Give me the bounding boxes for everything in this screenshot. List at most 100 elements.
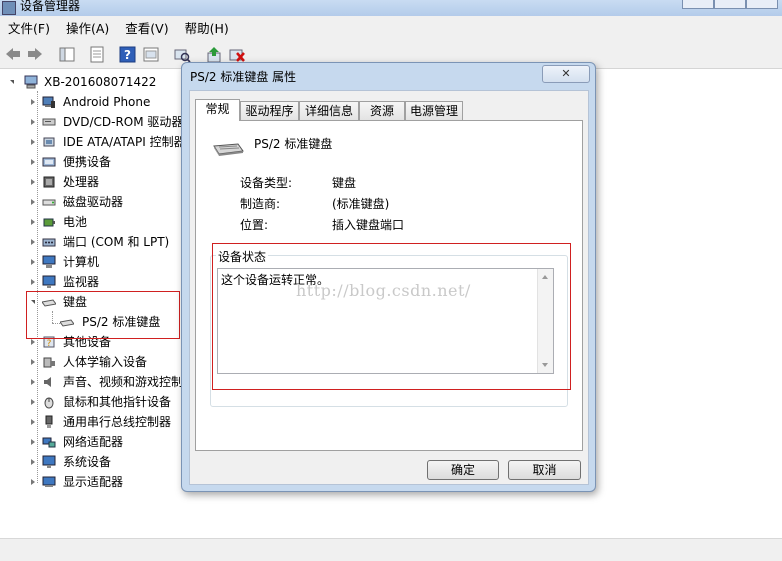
tree-item-label: 计算机 <box>63 255 100 269</box>
battery-icon <box>42 215 56 229</box>
expand-arrow-icon[interactable] <box>31 279 35 285</box>
maximize-button[interactable] <box>714 0 746 9</box>
menu-help[interactable]: 帮助(H) <box>177 16 237 42</box>
expand-arrow-icon[interactable] <box>31 219 35 225</box>
tree-item-label: 磁盘驱动器 <box>63 195 124 209</box>
tab-general[interactable]: 常规 <box>195 99 240 121</box>
expand-arrow-icon[interactable] <box>31 459 35 465</box>
tree-item[interactable]: 鼠标和其他指针设备 <box>31 392 181 412</box>
expand-arrow-icon[interactable] <box>31 379 35 385</box>
tab-driver[interactable]: 驱动程序 <box>240 101 299 120</box>
back-arrow-icon[interactable] <box>4 46 22 63</box>
svg-text:?: ? <box>124 48 131 62</box>
expand-arrow-icon[interactable] <box>31 159 35 165</box>
tree-item[interactable]: 网络适配器 <box>31 432 181 452</box>
tree-root-computer[interactable]: XB-201608071422 <box>10 72 180 92</box>
expand-arrow-icon[interactable] <box>31 399 35 405</box>
hid-icon <box>42 355 56 369</box>
tree-item[interactable]: 声音、视频和游戏控制器 <box>31 372 181 392</box>
menu-file[interactable]: 文件(F) <box>0 16 58 42</box>
help-icon[interactable]: ? <box>119 46 137 63</box>
expand-arrow-icon[interactable] <box>31 99 35 105</box>
expand-arrow-icon[interactable] <box>31 139 35 145</box>
menu-action[interactable]: 操作(A) <box>58 16 117 42</box>
expand-arrow-icon[interactable] <box>31 199 35 205</box>
tree-item-label: DVD/CD-ROM 驱动器 <box>63 115 181 129</box>
tree-item[interactable]: 显示适配器 <box>31 472 181 492</box>
forward-arrow-icon[interactable] <box>26 46 44 63</box>
device-manager-icon <box>2 1 16 15</box>
tree-item-label: IDE ATA/ATAPI 控制器 <box>63 135 181 149</box>
tree-item[interactable]: 便携设备 <box>31 152 181 172</box>
tree-item[interactable]: 监视器 <box>31 272 181 292</box>
tree-item[interactable]: 电池 <box>31 212 181 232</box>
portable-device-icon <box>42 155 56 169</box>
sound-icon <box>42 375 56 389</box>
tree-item-label: 声音、视频和游戏控制器 <box>63 375 181 389</box>
processor-icon <box>42 175 56 189</box>
network-adapter-icon <box>42 435 56 449</box>
tree-item-label: 端口 (COM 和 LPT) <box>63 235 170 249</box>
expand-arrow-icon[interactable] <box>31 259 35 265</box>
close-window-button[interactable] <box>746 0 778 9</box>
prop-label-location: 位置: <box>240 218 269 232</box>
tree-item[interactable]: 计算机 <box>31 252 181 272</box>
watermark: http://blog.csdn.net/ <box>296 281 471 300</box>
tree-item-label: 系统设备 <box>63 455 112 469</box>
prop-label-manufacturer: 制造商: <box>240 197 281 211</box>
window-titlebar: 设备管理器 <box>0 0 782 16</box>
expand-arrow-icon[interactable] <box>31 179 35 185</box>
console-tree-icon[interactable] <box>58 46 76 63</box>
tree-item-label: 监视器 <box>63 275 100 289</box>
computer-icon <box>24 75 38 89</box>
tab-resources[interactable]: 资源 <box>359 101 405 120</box>
tab-power-management[interactable]: 电源管理 <box>405 101 463 120</box>
expand-arrow-icon[interactable] <box>31 419 35 425</box>
highlight-box <box>26 291 180 339</box>
tree-item-label: 人体学输入设备 <box>63 355 148 369</box>
properties-icon[interactable] <box>88 46 106 63</box>
tree-item[interactable]: IDE ATA/ATAPI 控制器 <box>31 132 181 152</box>
disk-drive-icon <box>42 195 56 209</box>
tree-item[interactable]: 磁盘驱动器 <box>31 192 181 212</box>
tree-item-label: 电池 <box>63 215 88 229</box>
mouse-icon <box>42 395 56 409</box>
device-name: PS/2 标准键盘 <box>254 137 333 151</box>
view-icon[interactable] <box>142 46 160 63</box>
tree-item[interactable]: 人体学输入设备 <box>31 352 181 372</box>
expand-arrow-icon[interactable] <box>31 339 35 345</box>
expand-arrow-icon[interactable] <box>31 119 35 125</box>
prop-value-manufacturer: (标准键盘) <box>332 197 390 211</box>
tree-item[interactable]: DVD/CD-ROM 驱动器 <box>31 112 181 132</box>
tree-item-label: 通用串行总线控制器 <box>63 415 172 429</box>
ok-button[interactable]: 确定 <box>427 460 499 480</box>
update-driver-icon[interactable] <box>205 46 223 63</box>
expand-arrow-icon[interactable] <box>31 359 35 365</box>
tree-item[interactable]: 端口 (COM 和 LPT) <box>31 232 181 252</box>
expand-arrow-icon[interactable] <box>31 239 35 245</box>
window-controls <box>682 0 778 9</box>
tree-root-label: XB-201608071422 <box>44 75 157 89</box>
minimize-button[interactable] <box>682 0 714 9</box>
system-device-icon <box>42 455 56 469</box>
tree-item-label: 鼠标和其他指针设备 <box>63 395 172 409</box>
window-title: 设备管理器 <box>20 0 81 13</box>
uninstall-device-icon[interactable] <box>228 46 246 63</box>
dialog-close-button[interactable]: ✕ <box>542 65 590 83</box>
prop-value-device-type: 键盘 <box>332 176 357 190</box>
collapse-arrow-icon[interactable] <box>10 80 14 84</box>
expand-arrow-icon[interactable] <box>31 439 35 445</box>
tree-item[interactable]: 通用串行总线控制器 <box>31 412 181 432</box>
tree-item[interactable]: 系统设备 <box>31 452 181 472</box>
dvd-drive-icon <box>42 115 56 129</box>
monitor-icon <box>42 275 56 289</box>
phone-icon <box>42 95 56 109</box>
tree-item[interactable]: 处理器 <box>31 172 181 192</box>
cancel-button[interactable]: 取消 <box>508 460 581 480</box>
tab-details[interactable]: 详细信息 <box>299 101 359 120</box>
scan-hardware-icon[interactable] <box>173 46 191 63</box>
tree-item[interactable]: Android Phone <box>31 92 181 112</box>
status-highlight-box <box>212 243 571 390</box>
menu-view[interactable]: 查看(V) <box>117 16 176 42</box>
expand-arrow-icon[interactable] <box>31 479 35 485</box>
